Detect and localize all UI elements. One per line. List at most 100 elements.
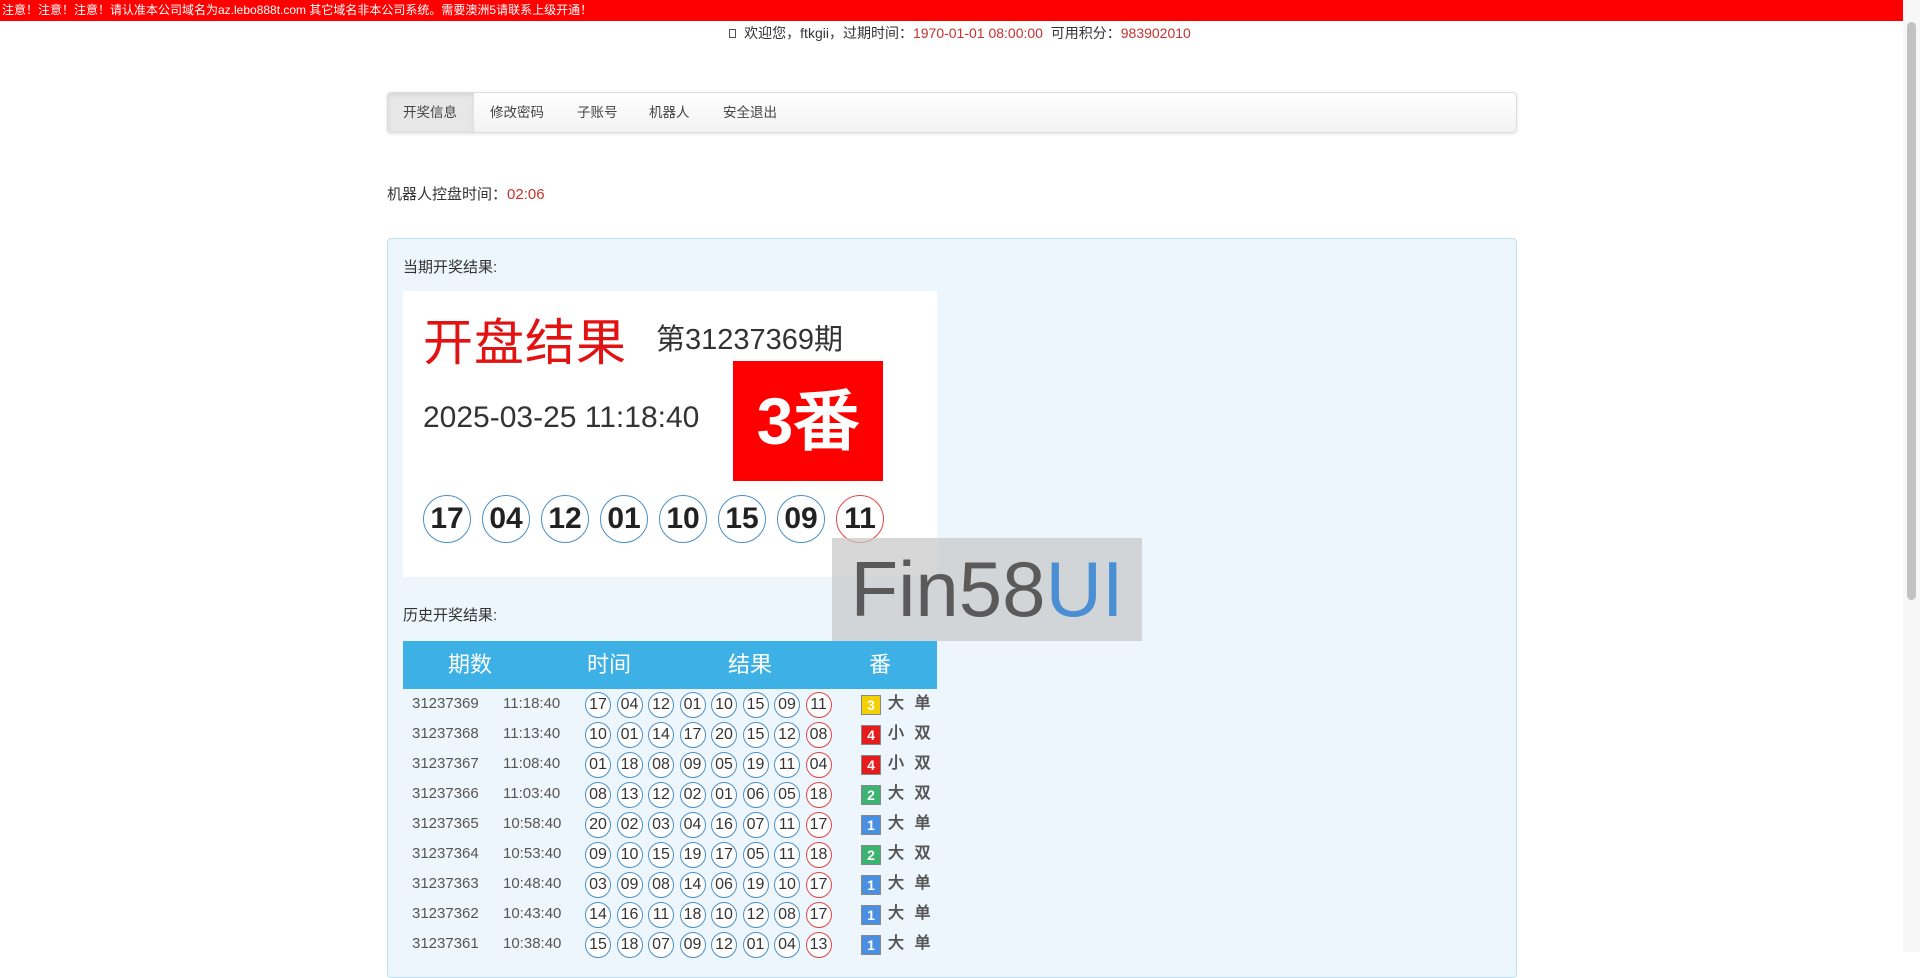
- watermark-logo: Fin58UI: [832, 538, 1142, 641]
- row-odd-even: 单: [914, 875, 934, 892]
- row-odd-even: 双: [914, 785, 934, 802]
- expire-label: ，过期时间：: [828, 25, 913, 41]
- row-size-parity: 大 单: [888, 899, 933, 929]
- table-row: 31237361 10:38:40 15 18 07 09 12 01 04 13 1 大 单: [403, 929, 937, 959]
- row-ball: 06: [711, 872, 737, 898]
- row-ball: 03: [585, 872, 611, 898]
- row-time: 10:48:40: [503, 875, 562, 892]
- row-ball: 05: [742, 842, 769, 868]
- row-time: 11:18:40: [503, 695, 561, 712]
- result-period: 第31237369期: [656, 324, 844, 356]
- row-ball: 03: [648, 812, 674, 838]
- row-time: 11:03:40: [503, 785, 561, 802]
- result-ball: 17: [423, 495, 471, 543]
- row-big-small: 大: [888, 815, 908, 832]
- row-ball: 10: [774, 872, 800, 898]
- row-big-small: 小: [888, 755, 908, 772]
- header-time: 时间: [587, 652, 632, 677]
- row-ball: 07: [648, 932, 674, 958]
- welcome-prefix: 欢迎您，: [744, 25, 801, 41]
- row-ball: 10: [585, 722, 611, 748]
- row-size-parity: 大 单: [888, 929, 933, 959]
- row-ball: 18: [805, 842, 832, 868]
- row-ball: 13: [616, 782, 643, 808]
- points-value: 983902010: [1120, 25, 1191, 41]
- row-odd-even: 单: [914, 905, 934, 922]
- row-ball: 04: [616, 692, 643, 718]
- result-ball: 01: [600, 495, 648, 543]
- robot-time-value: 02:06: [507, 186, 545, 203]
- row-ball: 01: [585, 752, 611, 778]
- row-ball: 10: [711, 902, 737, 928]
- row-ball: 10: [616, 842, 643, 868]
- row-ball: 17: [711, 842, 737, 868]
- table-row: 31237369 11:18:40 17 04 12 01 10 15 09 11 3 大 单: [403, 689, 937, 719]
- row-ball: 20: [711, 722, 737, 748]
- row-ball: 08: [805, 722, 832, 748]
- row-ball: 12: [711, 932, 737, 958]
- row-fan-badge: 4: [861, 725, 881, 745]
- row-ball: 12: [648, 692, 674, 718]
- row-ball: 17: [805, 902, 832, 928]
- row-ball: 02: [616, 812, 643, 838]
- row-ball: 08: [648, 872, 674, 898]
- nav-item-sub-accounts[interactable]: 子账号: [577, 93, 618, 132]
- row-odd-even: 双: [914, 725, 934, 742]
- history-table-header: 期数 时间 结果 番: [403, 641, 937, 689]
- history-section-title: 历史开奖结果:: [403, 607, 498, 624]
- row-odd-even: 双: [914, 755, 934, 772]
- row-size-parity: 小 双: [888, 749, 933, 779]
- row-ball: 07: [742, 812, 769, 838]
- result-title: 开盘结果: [423, 315, 627, 371]
- row-issue: 31237361: [412, 935, 479, 952]
- row-big-small: 小: [888, 725, 908, 742]
- row-ball: 09: [774, 692, 800, 718]
- row-odd-even: 双: [914, 845, 934, 862]
- row-ball: 17: [585, 692, 611, 718]
- row-ball: 15: [742, 692, 769, 718]
- row-ball: 05: [774, 782, 800, 808]
- header-result: 结果: [728, 652, 773, 677]
- row-size-parity: 大 单: [888, 689, 933, 719]
- result-ball: 15: [718, 495, 766, 543]
- row-ball: 18: [616, 752, 643, 778]
- vertical-scrollbar[interactable]: [1903, 0, 1920, 952]
- row-ball: 15: [742, 722, 769, 748]
- row-issue: 31237368: [412, 725, 479, 742]
- history-table: 期数 时间 结果 番 31237369 11:18:40 17 04 12 01 10 15 0…: [403, 641, 937, 959]
- scrollbar-thumb[interactable]: [1907, 22, 1916, 600]
- row-ball: 16: [616, 902, 643, 928]
- row-ball: 14: [585, 902, 611, 928]
- row-ball: 02: [679, 782, 706, 808]
- table-row: 31237363 10:48:40 03 09 08 14 06 19 10 17 1 大 单: [403, 869, 937, 899]
- nav-item-change-password[interactable]: 修改密码: [490, 93, 544, 132]
- row-issue: 31237364: [412, 845, 479, 862]
- user-icon: [729, 29, 737, 38]
- row-size-parity: 大 双: [888, 779, 933, 809]
- row-fan-badge: 1: [861, 905, 881, 925]
- row-ball: 04: [805, 752, 832, 778]
- row-big-small: 大: [888, 695, 908, 712]
- main-nav: 开奖信息 修改密码 子账号 机器人 安全退出: [387, 92, 1517, 133]
- row-issue: 31237365: [412, 815, 479, 832]
- result-fan-badge: 3番: [733, 361, 883, 481]
- row-size-parity: 大 单: [888, 869, 933, 899]
- nav-item-draw-info[interactable]: 开奖信息: [388, 93, 474, 132]
- row-ball: 06: [742, 782, 769, 808]
- row-odd-even: 单: [914, 695, 934, 712]
- row-ball: 09: [679, 932, 706, 958]
- nav-item-logout[interactable]: 安全退出: [723, 93, 777, 132]
- row-big-small: 大: [888, 905, 908, 922]
- row-ball: 11: [774, 842, 800, 868]
- row-time: 10:43:40: [503, 905, 562, 922]
- current-section-title: 当期开奖结果:: [403, 259, 498, 276]
- row-fan-badge: 4: [861, 755, 881, 775]
- row-issue: 31237369: [412, 695, 479, 712]
- row-ball: 08: [648, 752, 674, 778]
- current-result-card: 开盘结果 第31237369期 2025-03-25 11:18:40 3番 1…: [403, 291, 937, 577]
- nav-item-robot[interactable]: 机器人: [649, 93, 690, 132]
- row-big-small: 大: [888, 935, 908, 952]
- table-row: 31237362 10:43:40 14 16 11 18 10 12 08 17 1 大 单: [403, 899, 937, 929]
- row-size-parity: 大 双: [888, 839, 933, 869]
- row-ball: 05: [711, 752, 737, 778]
